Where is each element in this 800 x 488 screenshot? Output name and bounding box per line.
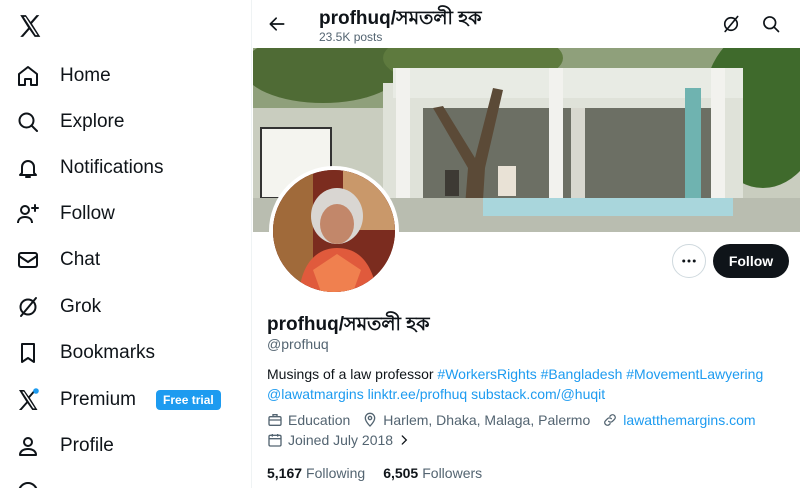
hashtag-link[interactable]: #WorkersRights (437, 366, 536, 382)
profile-meta: Education Harlem, Dhaka, Malaga, Palermo… (267, 412, 768, 428)
profile-handle: @profhuq (267, 336, 329, 352)
sidebar-item-label: Chat (60, 249, 101, 270)
followers-count: 6,505 (383, 465, 419, 481)
followers-label: Followers (422, 465, 483, 481)
bookmark-icon (14, 339, 42, 367)
link-icon (604, 414, 617, 426)
free-trial-badge[interactable]: Free trial (156, 390, 221, 410)
website-link[interactable]: lawatthemargins.com (623, 412, 755, 428)
sidebar-item-explore[interactable]: Explore (14, 102, 124, 142)
followers-link[interactable]: 6,505 Followers (383, 465, 482, 481)
person-plus-icon (14, 200, 42, 228)
sidebar-item-premium[interactable]: Premium Free trial (14, 380, 221, 420)
sidebar-item-label: Premium (60, 389, 137, 410)
sidebar-item-profile[interactable]: Profile (14, 426, 114, 466)
profile-main: profhuq/সমতলী হক 23.5K posts Follow prof… (253, 0, 800, 488)
profile-bio: Musings of a law professor #WorkersRight… (267, 364, 787, 404)
calendar-icon (268, 434, 282, 447)
location-item: Harlem, Dhaka, Malaga, Palermo (362, 412, 590, 428)
arrow-left-icon (269, 17, 285, 31)
sidebar-item-label: Home (60, 65, 111, 86)
sidebar-item-chat[interactable]: Chat (14, 240, 100, 280)
sidebar-item-label: Notifications (60, 157, 164, 178)
grok-icon (14, 293, 42, 321)
profile-header: profhuq/সমতলী হক 23.5K posts (253, 0, 800, 48)
category-text: Education (288, 412, 351, 428)
search-icon (14, 108, 42, 136)
sidebar-item-label: Profile (60, 435, 114, 456)
grok-button[interactable] (719, 12, 743, 36)
following-label: Following (306, 465, 366, 481)
hashtag-link[interactable]: #MovementLawyering (626, 366, 763, 382)
sidebar-item-label: Explore (60, 111, 125, 132)
search-icon (763, 16, 780, 33)
x-logo-icon[interactable] (14, 10, 46, 42)
briefcase-icon (268, 414, 282, 426)
sidebar: Home Explore Notifications Follow Chat G… (0, 0, 252, 488)
sidebar-item-label: Bookmarks (60, 342, 156, 363)
sidebar-item-notifications[interactable]: Notifications (14, 148, 164, 188)
home-icon (14, 62, 42, 90)
person-icon (14, 432, 42, 460)
envelope-icon (14, 246, 42, 274)
joined-text: Joined July 2018 (288, 432, 394, 448)
post-count: 23.5K posts (319, 30, 383, 44)
category-item: Education (267, 412, 350, 428)
x-premium-icon (14, 386, 42, 414)
joined-row[interactable]: Joined July 2018 (267, 432, 411, 448)
follow-stats: 5,167 Following 6,505 Followers (267, 465, 500, 481)
sidebar-item-label: Grok (60, 296, 102, 317)
sidebar-item-bookmarks[interactable]: Bookmarks (14, 333, 155, 373)
mention-link[interactable]: @lawatmargins (267, 386, 364, 402)
bio-text: Musings of a law professor (267, 366, 438, 382)
ellipsis-icon (682, 259, 696, 263)
following-count: 5,167 (267, 465, 303, 481)
sidebar-item-label: Follow (60, 203, 115, 224)
avatar[interactable] (269, 166, 399, 296)
bio-url-link[interactable]: substack.com/@huqit (471, 386, 605, 402)
following-link[interactable]: 5,167 Following (267, 465, 365, 481)
sidebar-item-more[interactable] (14, 472, 42, 488)
back-button[interactable] (263, 10, 291, 38)
chevron-right-icon (401, 435, 408, 445)
follow-button[interactable]: Follow (713, 244, 789, 278)
more-options-button[interactable] (672, 244, 706, 278)
website-item[interactable]: lawatthemargins.com (602, 412, 756, 428)
grok-icon (723, 15, 739, 33)
more-circle-icon (14, 478, 42, 488)
sidebar-item-home[interactable]: Home (14, 56, 111, 96)
sidebar-item-follow[interactable]: Follow (14, 194, 115, 234)
sidebar-item-grok[interactable]: Grok (14, 287, 101, 327)
bell-icon (14, 154, 42, 182)
hashtag-link[interactable]: #Bangladesh (541, 366, 623, 382)
bio-url-link[interactable]: linktr.ee/profhuq (368, 386, 468, 402)
location-text: Harlem, Dhaka, Malaga, Palermo (383, 412, 591, 428)
location-pin-icon (364, 412, 376, 427)
search-button[interactable] (759, 12, 783, 36)
